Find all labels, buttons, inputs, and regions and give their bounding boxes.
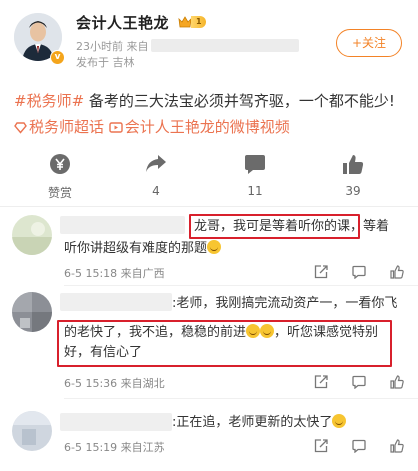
- blurred-source: [150, 39, 299, 52]
- comment-item: :老师，我刚搞完流动资产一，一看你飞 的老快了，我不追，稳稳的前进 ，听您课感觉特…: [0, 286, 418, 398]
- post-location: 发布于 吉林: [76, 56, 135, 69]
- comment-text: 的老快了，我不追，稳稳的前进: [64, 325, 247, 340]
- supertopic-link[interactable]: 税务师超话: [14, 118, 104, 136]
- post-body: #税务师# 备考的三大法宝必须并驾齐驱，一个都不能少! 税务师超话 会计人王艳龙的…: [14, 88, 409, 140]
- like-count: 39: [345, 184, 361, 198]
- comment-count: 11: [247, 184, 263, 198]
- vip-badge[interactable]: 1: [177, 14, 206, 30]
- highlight-box: [189, 214, 360, 239]
- author-name[interactable]: 会计人王艳龙: [76, 12, 169, 33]
- share-icon: [146, 155, 166, 172]
- reward-button[interactable]: 赞赏: [30, 150, 90, 201]
- comment-actions: [314, 265, 404, 279]
- comment-text-line3: 好，有信心了: [64, 345, 143, 360]
- post-source-prefix: 来自: [126, 40, 149, 53]
- cry-emoji-icon: [246, 324, 261, 338]
- comment-actions: [314, 375, 404, 389]
- commenter-avatar[interactable]: [12, 292, 52, 332]
- post-time: 23小时前: [76, 40, 123, 53]
- video-icon: [109, 122, 123, 133]
- like-button[interactable]: 39: [323, 150, 383, 198]
- comment-like-icon[interactable]: [390, 439, 404, 453]
- comment-meta: 6-5 15:18 来自广西: [64, 267, 165, 280]
- reward-label: 赞赏: [47, 186, 72, 200]
- share-count: 4: [152, 184, 160, 198]
- video-label: 会计人王艳龙的微博视频: [124, 118, 290, 136]
- comment-text-tail: ，听您课感觉特别: [274, 325, 379, 340]
- comment-actions: [314, 439, 404, 453]
- comment-text-line1: :正在追，老师更新的太快了: [172, 413, 408, 433]
- comment-icon: [245, 154, 265, 174]
- comment-meta: 6-5 15:36 来自湖北: [64, 377, 165, 390]
- comment-button[interactable]: 11: [225, 150, 285, 198]
- reward-icon: [50, 154, 70, 174]
- supertopic-label: 税务师超话: [29, 118, 105, 136]
- post-text: 备考的三大法宝必须并驾齐驱，一个都不能少!: [84, 92, 395, 110]
- comment-text: 听你讲超级有难度的那题: [64, 241, 208, 256]
- comment-text: :正在追，老师更新的太快了: [172, 415, 333, 430]
- reply-icon[interactable]: [352, 375, 366, 389]
- share-button[interactable]: 4: [126, 150, 186, 198]
- like-icon: [343, 154, 364, 174]
- video-link[interactable]: 会计人王艳龙的微博视频: [109, 118, 290, 136]
- comment-item: 龙哥，我可是等着听你的课，等着 听你讲超级有难度的那题 6-5 15:18 来自…: [0, 207, 418, 285]
- blurred-username: [60, 216, 185, 234]
- verified-badge-icon: v: [50, 50, 65, 65]
- comment-text-line1: :老师，我刚搞完流动资产一，一看你飞: [172, 296, 398, 311]
- comment-text-line2: 的老快了，我不追，稳稳的前进 ，听您课感觉特别: [64, 323, 400, 343]
- laugh-emoji-icon: [207, 240, 222, 254]
- diamond-icon: [14, 122, 27, 134]
- reply-icon[interactable]: [352, 265, 366, 279]
- repost-icon[interactable]: [314, 265, 328, 279]
- reply-icon[interactable]: [352, 439, 366, 453]
- follow-button[interactable]: +关注: [336, 29, 402, 57]
- comment-like-icon[interactable]: [390, 375, 404, 389]
- comment-like-icon[interactable]: [390, 265, 404, 279]
- hashtag-link[interactable]: #税务师#: [14, 92, 84, 110]
- vip-level: 1: [191, 16, 206, 28]
- repost-icon[interactable]: [314, 375, 328, 389]
- blurred-username: [60, 413, 172, 431]
- comment-meta: 6-5 15:19 来自江苏: [64, 441, 165, 454]
- post-header: v 会计人王艳龙 1 23小时前 来自 发布于 吉林 +关注: [0, 0, 418, 78]
- laugh-emoji-icon: [332, 414, 347, 428]
- commenter-avatar[interactable]: [12, 215, 52, 255]
- action-bar: 赞赏 4 11 39: [0, 150, 418, 208]
- blurred-username: [60, 293, 172, 311]
- comment-item: :正在追，老师更新的太快了 6-5 15:19 来自江苏: [0, 399, 418, 471]
- repost-icon[interactable]: [314, 439, 328, 453]
- cry-emoji-icon: [260, 324, 275, 338]
- comment-text-line2: 听你讲超级有难度的那题: [64, 239, 400, 259]
- commenter-avatar[interactable]: [12, 411, 52, 451]
- post-meta-time: 23小时前 来自: [76, 38, 299, 54]
